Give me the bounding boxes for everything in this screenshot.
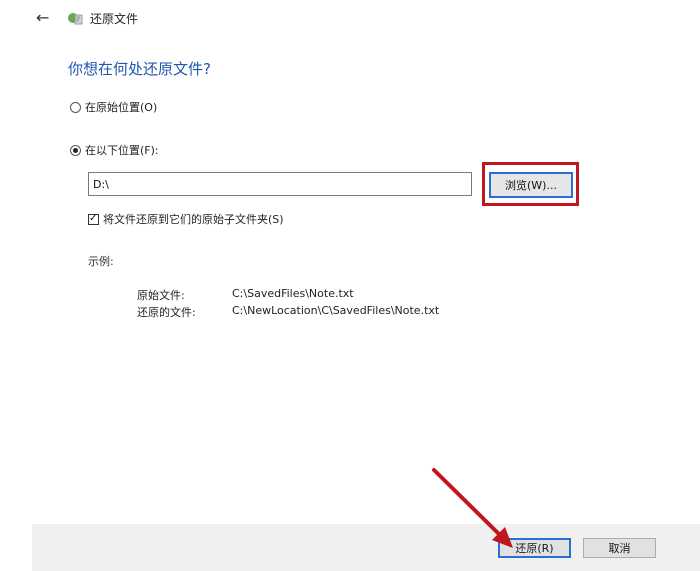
back-arrow-icon[interactable]: ←: [36, 8, 49, 27]
example-label: 示例:: [88, 255, 114, 268]
browse-button[interactable]: 浏览(W)...: [489, 172, 573, 198]
preserve-structure-option[interactable]: ✓ 将文件还原到它们的原始子文件夹(S): [88, 211, 284, 227]
original-file-value: C:\SavedFiles\Note.txt: [232, 287, 354, 300]
restored-file-key: 还原的文件:: [137, 306, 196, 319]
original-file-key: 原始文件:: [137, 289, 185, 302]
original-location-option[interactable]: 在原始位置(O): [70, 99, 157, 115]
restore-button[interactable]: 还原(R): [498, 538, 571, 558]
following-location-option[interactable]: 在以下位置(F):: [70, 142, 159, 158]
restored-file-value: C:\NewLocation\C\SavedFiles\Note.txt: [232, 304, 440, 317]
original-location-radio[interactable]: [70, 101, 81, 113]
restore-path-input[interactable]: [88, 172, 472, 196]
cancel-button[interactable]: 取消: [583, 538, 656, 558]
following-location-radio[interactable]: [70, 144, 81, 156]
file-history-icon: [68, 13, 83, 25]
page-title: 你想在何处还原文件?: [68, 60, 211, 78]
title-bar: ← 还原文件: [0, 0, 700, 36]
pointer-arrow-annotation: [432, 468, 513, 548]
preserve-structure-label: 将文件还原到它们的原始子文件夹(S): [103, 213, 284, 226]
following-location-label: 在以下位置(F):: [85, 144, 159, 157]
original-location-label: 在原始位置(O): [85, 101, 158, 114]
window-title: 还原文件: [90, 12, 139, 26]
preserve-structure-checkbox[interactable]: ✓: [88, 213, 99, 225]
